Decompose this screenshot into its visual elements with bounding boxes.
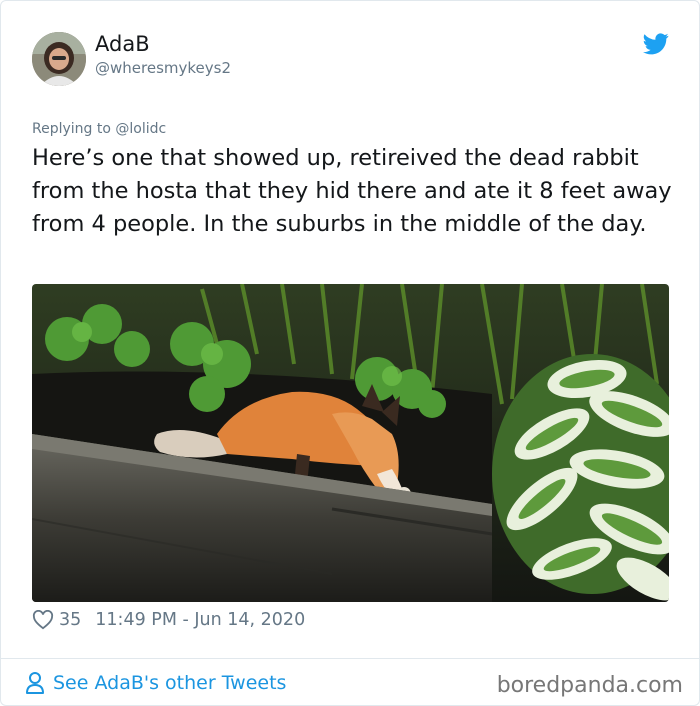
site-watermark: boredpanda.com xyxy=(496,673,683,698)
fox-photo xyxy=(32,284,669,602)
see-other-tweets-link[interactable]: See AdaB's other Tweets xyxy=(25,671,286,695)
see-other-tweets-label[interactable]: See AdaB's other Tweets xyxy=(53,672,286,694)
person-icon xyxy=(26,672,44,694)
twitter-bird-icon[interactable] xyxy=(643,33,669,55)
reply-target-link[interactable]: @lolidc xyxy=(115,121,166,137)
tweet-photo[interactable] xyxy=(32,284,669,602)
author-handle[interactable]: @wheresmykeys2 xyxy=(95,59,231,77)
tweet-meta: 35 11:49 PM - Jun 14, 2020 xyxy=(32,607,305,633)
reply-prefix: Replying to xyxy=(32,121,116,137)
reply-context: Replying to @lolidc xyxy=(32,121,166,137)
author-avatar[interactable] xyxy=(32,32,86,86)
tweet-text: Here’s one that showed up, retireived th… xyxy=(32,145,672,237)
footer-divider xyxy=(1,658,700,659)
author-name[interactable]: AdaB xyxy=(95,32,150,56)
heart-icon[interactable] xyxy=(32,610,54,630)
tweet-card: AdaB @wheresmykeys2 Replying to @lolidc … xyxy=(0,0,700,706)
tweet-timestamp[interactable]: 11:49 PM - Jun 14, 2020 xyxy=(95,610,305,630)
avatar-photo xyxy=(32,32,86,86)
like-count[interactable]: 35 xyxy=(59,610,81,630)
